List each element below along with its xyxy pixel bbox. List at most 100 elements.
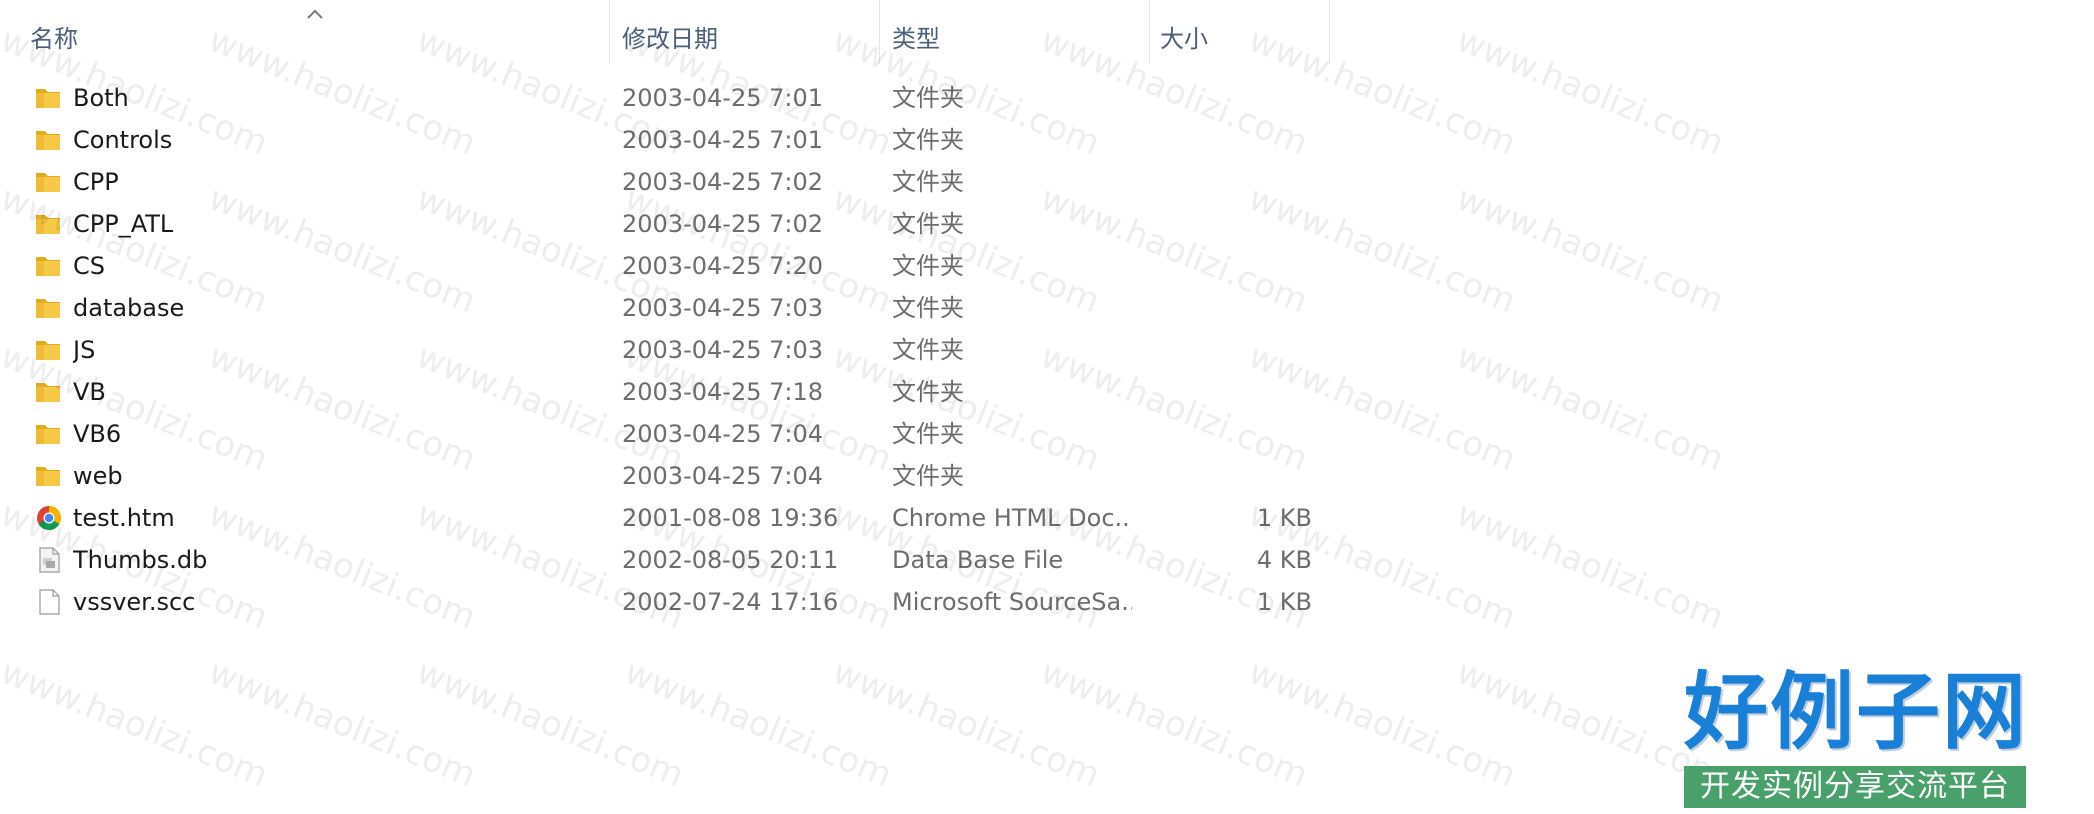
file-name: JS: [73, 336, 96, 364]
file-row[interactable]: vssver.scc 2002-07-24 17:16 Microsoft Sour…: [0, 581, 1330, 623]
chevron-up-icon: [307, 9, 323, 19]
file-date: 2003-04-25 7:03: [622, 294, 823, 322]
folder-icon: [36, 215, 60, 234]
column-header-name-label: 名称: [30, 25, 78, 53]
file-type: 文件夹: [892, 378, 964, 406]
file-size: [1150, 329, 1312, 371]
folder-icon: [36, 341, 60, 360]
file-name: VB: [73, 378, 106, 406]
file-type: 文件夹: [892, 168, 964, 196]
file-name: CPP_ATL: [73, 210, 174, 238]
file-row[interactable]: VB 2003-04-25 7:18 文件夹: [0, 371, 1330, 413]
file-row[interactable]: VB6 2003-04-25 7:04 文件夹: [0, 413, 1330, 455]
file-row[interactable]: Both 2003-04-25 7:01 文件夹: [0, 77, 1330, 119]
file-name: VB6: [73, 420, 122, 448]
file-name: Both: [73, 84, 129, 112]
file-name: Thumbs.db: [73, 546, 208, 574]
file-name: Controls: [73, 126, 173, 154]
folder-icon: [36, 467, 60, 486]
file-date: 2003-04-25 7:02: [622, 210, 823, 238]
file-type: 文件夹: [892, 420, 964, 448]
file-size: [1150, 119, 1312, 161]
chrome-icon: [37, 506, 62, 531]
file-size: 4 KB: [1256, 546, 1312, 574]
file-type: 文件夹: [892, 462, 964, 490]
file-row[interactable]: Controls 2003-04-25 7:01 文件夹: [0, 119, 1330, 161]
logo-title: 好例子网: [1684, 662, 2026, 761]
file-list: Both 2003-04-25 7:01 文件夹 Controls 2003-04-25…: [0, 77, 1330, 623]
watermark-text: www.haolizi.com: [0, 652, 274, 796]
column-header-date[interactable]: 修改日期: [612, 0, 880, 64]
file-row[interactable]: JS 2003-04-25 7:03 文件夹: [0, 329, 1330, 371]
file-row[interactable]: database 2003-04-25 7:03 文件夹: [0, 287, 1330, 329]
file-date: 2002-08-05 20:11: [622, 546, 839, 574]
file-date: 2003-04-25 7:18: [622, 378, 823, 406]
column-header-date-label: 修改日期: [622, 25, 718, 53]
file-size: [1150, 161, 1312, 203]
file-size: [1150, 77, 1312, 119]
file-size: [1150, 245, 1312, 287]
watermark-text: www.haolizi.com: [411, 652, 690, 796]
file-type: Data Base File: [892, 546, 1064, 574]
file-name: web: [73, 462, 123, 490]
watermark-text: www.haolizi.com: [1451, 336, 1730, 480]
folder-icon: [36, 173, 60, 192]
file-row[interactable]: CS 2003-04-25 7:20 文件夹: [0, 245, 1330, 287]
file-row[interactable]: CPP_ATL 2003-04-25 7:02 文件夹: [0, 203, 1330, 245]
file-name: test.htm: [73, 504, 175, 532]
site-logo: 好例子网 开发实例分享交流平台: [1684, 662, 2026, 808]
watermark-text: www.haolizi.com: [1243, 652, 1522, 796]
watermark-text: www.haolizi.com: [1451, 20, 1730, 164]
file-size: 1 KB: [1256, 504, 1312, 532]
column-header-size[interactable]: 大小: [1150, 0, 1330, 64]
file-row[interactable]: Thumbs.db 2002-08-05 20:11 Data Base File 4…: [0, 539, 1330, 581]
watermark-text: www.haolizi.com: [1451, 494, 1730, 638]
column-header-type-label: 类型: [892, 25, 940, 53]
file-name: database: [73, 294, 185, 322]
file-type: 文件夹: [892, 252, 964, 280]
file-date: 2003-04-25 7:20: [622, 252, 823, 280]
folder-icon: [36, 299, 60, 318]
file-type: 文件夹: [892, 336, 964, 364]
file-size: [1150, 203, 1312, 245]
folder-icon: [36, 257, 60, 276]
file-type: 文件夹: [892, 126, 964, 154]
file-date: 2001-08-08 19:36: [622, 504, 839, 532]
folder-icon: [36, 131, 60, 150]
file-name: CPP: [73, 168, 119, 196]
file-size: [1150, 287, 1312, 329]
file-date: 2003-04-25 7:04: [622, 462, 823, 490]
file-explorer-view: 名称 修改日期 类型 大小 Both 2003-04-25 7:01 文件夹 Cont…: [0, 0, 2094, 814]
column-header-size-label: 大小: [1160, 25, 1208, 53]
file-date: 2003-04-25 7:02: [622, 168, 823, 196]
column-header: 名称 修改日期 类型 大小: [0, 0, 1330, 80]
file-date: 2003-04-25 7:04: [622, 420, 823, 448]
watermark-text: www.haolizi.com: [1035, 652, 1314, 796]
file-name: vssver.scc: [73, 588, 196, 616]
watermark-text: www.haolizi.com: [203, 652, 482, 796]
watermark-text: www.haolizi.com: [619, 652, 898, 796]
logo-subtitle: 开发实例分享交流平台: [1684, 766, 2026, 808]
file-type: 文件夹: [892, 84, 964, 112]
column-header-type[interactable]: 类型: [882, 0, 1150, 64]
folder-icon: [36, 89, 60, 108]
file-row[interactable]: web 2003-04-25 7:04 文件夹: [0, 455, 1330, 497]
file-size: [1150, 371, 1312, 413]
file-type: Chrome HTML Doc...: [892, 504, 1132, 532]
file-date: 2002-07-24 17:16: [622, 588, 839, 616]
file-size: [1150, 413, 1312, 455]
file-type: 文件夹: [892, 294, 964, 322]
file-type: Microsoft SourceSa...: [892, 588, 1132, 616]
file-date: 2003-04-25 7:03: [622, 336, 823, 364]
file-row[interactable]: CPP 2003-04-25 7:02 文件夹: [0, 161, 1330, 203]
file-size: [1150, 455, 1312, 497]
file-type: 文件夹: [892, 210, 964, 238]
file-date: 2003-04-25 7:01: [622, 84, 823, 112]
file-name: CS: [73, 252, 105, 280]
folder-icon: [36, 425, 60, 444]
file-row[interactable]: test.htm 2001-08-08 19:36 Chrome HTML Doc.…: [0, 497, 1330, 539]
watermark-text: www.haolizi.com: [1451, 178, 1730, 322]
folder-icon: [36, 383, 60, 402]
file-date: 2003-04-25 7:01: [622, 126, 823, 154]
watermark-text: www.haolizi.com: [827, 652, 1106, 796]
